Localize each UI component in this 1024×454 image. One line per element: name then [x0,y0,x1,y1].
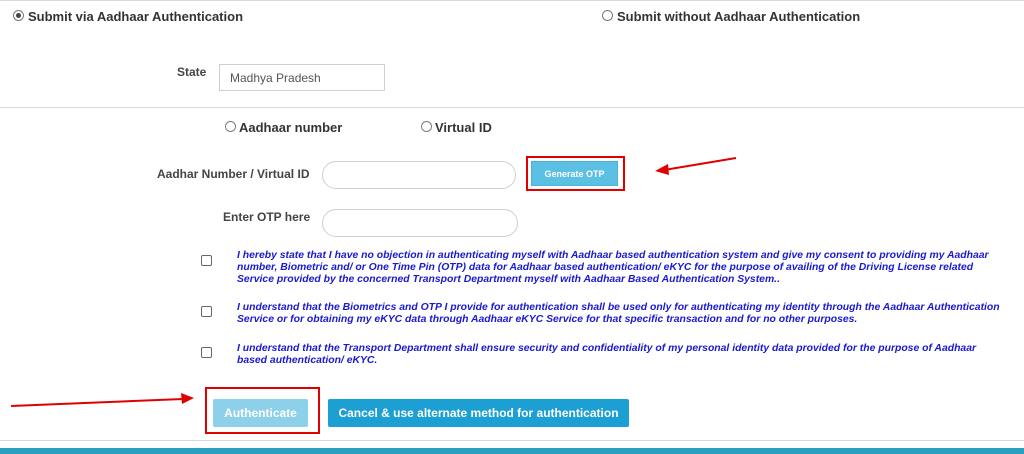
arrow-to-authenticate [10,393,194,407]
arrow-to-generate-otp [655,157,737,175]
annotation-arrows [10,157,737,407]
